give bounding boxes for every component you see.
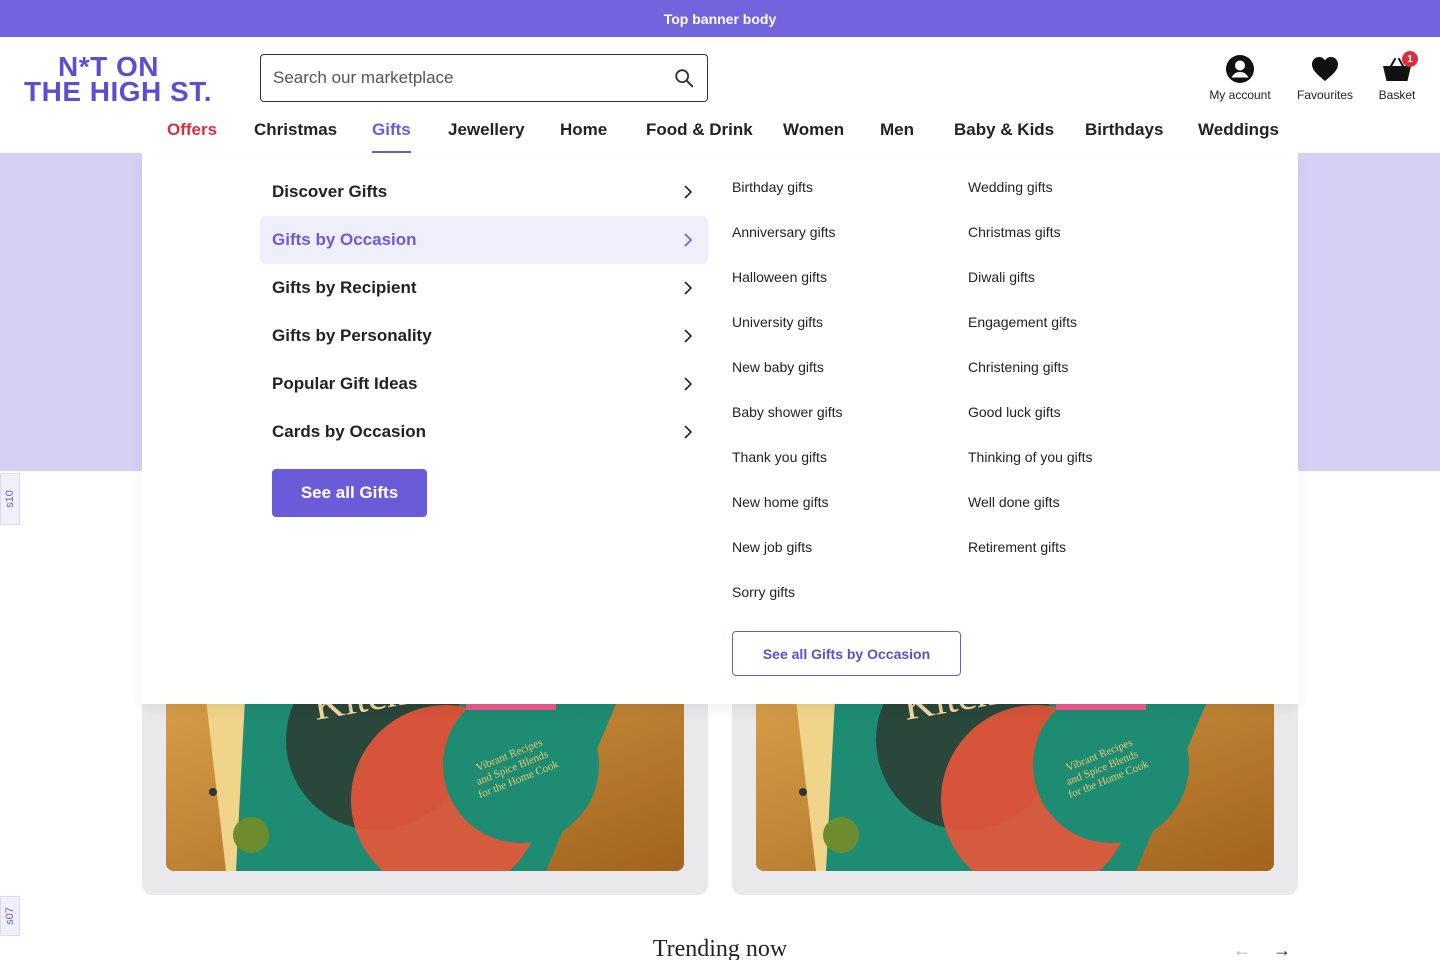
- side-tab[interactable]: s07: [0, 896, 20, 936]
- gifts-mega-menu: Discover Gifts Gifts by Occasion Gifts b…: [142, 153, 1298, 704]
- submenu-link[interactable]: Engagement gifts: [968, 314, 1077, 330]
- nav-item-gifts[interactable]: Gifts: [372, 120, 411, 153]
- menu-category-discover-gifts[interactable]: Discover Gifts: [260, 168, 708, 216]
- submenu-link[interactable]: Well done gifts: [968, 494, 1060, 510]
- side-tab[interactable]: s10: [0, 473, 20, 525]
- chevron-right-icon: [684, 185, 693, 199]
- site-header: N*T ON THE HIGH ST. My account Favourite…: [0, 37, 1440, 153]
- submenu-link[interactable]: Sorry gifts: [732, 584, 795, 600]
- submenu-link[interactable]: Thinking of you gifts: [968, 449, 1093, 465]
- product-card[interactable]: Kitche Vibrant Recipes and Spice Blends …: [732, 680, 1298, 895]
- nav-item-baby-kids[interactable]: Baby & Kids: [954, 120, 1054, 153]
- submenu-link[interactable]: New baby gifts: [732, 359, 824, 375]
- chevron-right-icon: [684, 233, 693, 247]
- favourites-link[interactable]: Favourites: [1292, 54, 1358, 102]
- nav-item-weddings[interactable]: Weddings: [1198, 120, 1279, 153]
- submenu-link[interactable]: Wedding gifts: [968, 179, 1053, 195]
- basket-count-badge: 1: [1402, 51, 1418, 67]
- product-image: Kitche Vibrant Recipes and Spice Blends …: [756, 680, 1274, 871]
- site-logo[interactable]: N*T ON THE HIGH ST.: [24, 53, 216, 107]
- nav-item-christmas[interactable]: Christmas: [254, 120, 337, 153]
- carousel-next-button[interactable]: →: [1272, 940, 1292, 960]
- submenu-link[interactable]: Halloween gifts: [732, 269, 827, 285]
- heart-icon: [1312, 57, 1338, 81]
- basket-link[interactable]: 1 Basket: [1374, 51, 1420, 102]
- submenu-link[interactable]: Christmas gifts: [968, 224, 1061, 240]
- basket-label: Basket: [1378, 88, 1416, 102]
- chevron-right-icon: [684, 281, 693, 295]
- main-nav: Offers Christmas Gifts Jewellery Home Fo…: [0, 120, 1440, 153]
- chevron-right-icon: [684, 329, 693, 343]
- submenu-link[interactable]: Thank you gifts: [732, 449, 827, 465]
- chevron-right-icon: [684, 425, 693, 439]
- menu-category-popular-gift-ideas[interactable]: Popular Gift Ideas: [260, 360, 708, 408]
- nav-item-birthdays[interactable]: Birthdays: [1085, 120, 1163, 153]
- nav-item-men[interactable]: Men: [880, 120, 914, 153]
- menu-category-gifts-by-occasion[interactable]: Gifts by Occasion: [260, 216, 708, 264]
- account-icon: [1226, 55, 1254, 83]
- submenu-link[interactable]: New home gifts: [732, 494, 828, 510]
- menu-category-gifts-by-personality[interactable]: Gifts by Personality: [260, 312, 708, 360]
- nav-item-women[interactable]: Women: [783, 120, 844, 153]
- submenu-link[interactable]: Birthday gifts: [732, 179, 813, 195]
- product-card[interactable]: Kitche Vibrant Recipes and Spice Blends …: [142, 680, 708, 895]
- submenu-link[interactable]: New job gifts: [732, 539, 812, 555]
- search-icon[interactable]: [673, 67, 695, 89]
- submenu-link[interactable]: University gifts: [732, 314, 823, 330]
- nav-item-food-drink[interactable]: Food & Drink: [646, 120, 753, 153]
- favourites-label: Favourites: [1296, 88, 1354, 102]
- top-banner: Top banner body: [0, 0, 1440, 37]
- carousel-prev-button[interactable]: ←: [1232, 940, 1252, 960]
- submenu-link[interactable]: Baby shower gifts: [732, 404, 843, 420]
- product-image: Kitche Vibrant Recipes and Spice Blends …: [166, 680, 684, 871]
- submenu-link[interactable]: Retirement gifts: [968, 539, 1066, 555]
- chevron-right-icon: [684, 377, 693, 391]
- trending-heading: Trending now: [652, 936, 788, 960]
- submenu-link[interactable]: Christening gifts: [968, 359, 1068, 375]
- menu-category-gifts-by-recipient[interactable]: Gifts by Recipient: [260, 264, 708, 312]
- submenu-link[interactable]: Good luck gifts: [968, 404, 1061, 420]
- submenu-link[interactable]: Anniversary gifts: [732, 224, 835, 240]
- submenu-link[interactable]: Diwali gifts: [968, 269, 1035, 285]
- nav-item-jewellery[interactable]: Jewellery: [448, 120, 525, 153]
- see-all-gifts-button[interactable]: See all Gifts: [272, 469, 427, 517]
- menu-category-cards-by-occasion[interactable]: Cards by Occasion: [260, 408, 708, 456]
- see-all-gifts-by-occasion-button[interactable]: See all Gifts by Occasion: [732, 631, 961, 676]
- nav-item-offers[interactable]: Offers: [167, 120, 217, 153]
- account-label: My account: [1209, 88, 1271, 102]
- search-bar: [260, 54, 708, 102]
- my-account-link[interactable]: My account: [1204, 54, 1276, 102]
- search-input[interactable]: [273, 68, 673, 88]
- logo-line-2: THE HIGH ST.: [24, 76, 213, 107]
- nav-item-home[interactable]: Home: [560, 120, 607, 153]
- top-banner-text: Top banner body: [663, 10, 777, 27]
